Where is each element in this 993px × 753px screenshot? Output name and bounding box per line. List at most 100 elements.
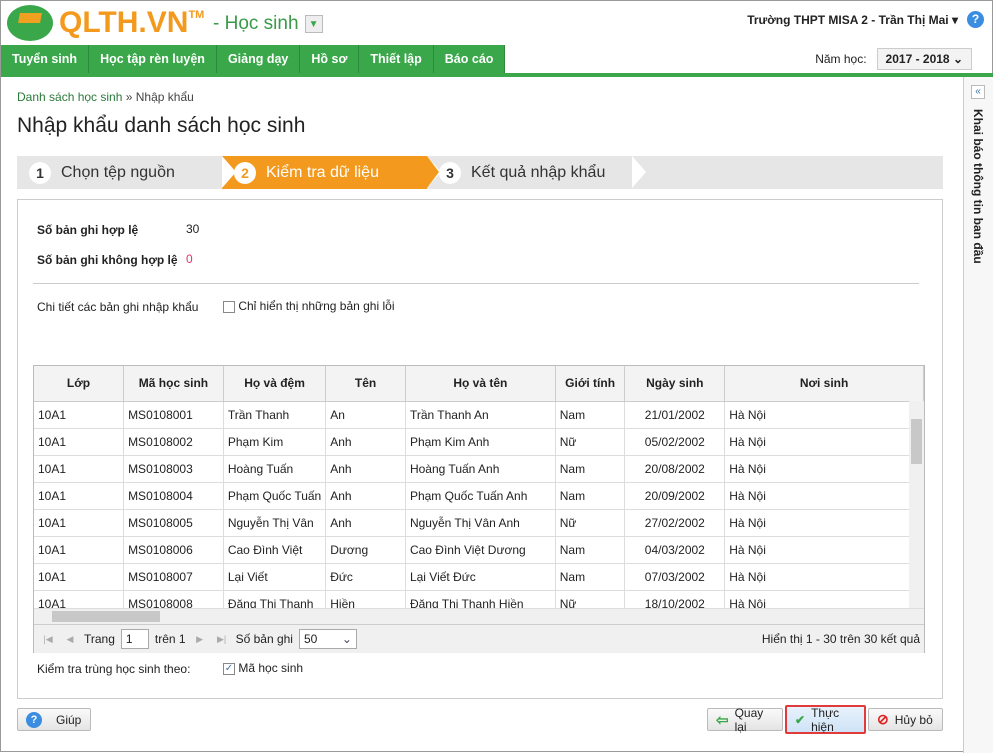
table-cell: Hà Nội [724, 536, 924, 564]
year-select[interactable]: 2017 - 2018 ⌄ [876, 48, 972, 70]
scroll-thumb[interactable] [52, 611, 160, 622]
table-cell: 10A1 [34, 428, 125, 456]
table-row[interactable]: 10A1 MS0108001 Trần Thanh An Trần Thanh An Na… [34, 401, 924, 429]
valid-count: 30 [186, 222, 200, 236]
table-cell: Hoàng Tuấn Anh [405, 455, 556, 483]
back-label: Quay lại [734, 705, 764, 734]
step-label: Kết quả nhập khẩu [471, 163, 606, 181]
help-button[interactable]: ? Giúp [17, 708, 91, 731]
column-header[interactable]: Lớp [34, 366, 125, 402]
invalid-label: Số bản ghi không hợp lệ [37, 253, 178, 267]
table-cell: Nguyễn Thị Vân Anh [405, 509, 556, 537]
table-row[interactable]: 10A1 MS0108004 Phạm Quốc Tuấn Anh Phạm Quốc … [34, 482, 924, 510]
dup-option[interactable]: ✓ Mã học sinh [223, 661, 303, 675]
table-cell: Trần Thanh An [405, 401, 556, 429]
page-size-value: 50 [303, 632, 318, 646]
nav-thiet-lap[interactable]: Thiết lập [359, 45, 434, 73]
user-menu[interactable]: Trường THPT MISA 2 - Trần Thị Mai ▾ [747, 13, 958, 27]
table-cell: Hà Nội [724, 455, 924, 483]
nav-ho-so[interactable]: Hồ sơ [300, 45, 360, 73]
details-label: Chi tiết các bản ghi nhập khẩu [37, 300, 199, 314]
nav-underline [1, 73, 993, 77]
table-cell: Hà Nội [724, 509, 924, 537]
dropdown-icon[interactable]: ▼ [304, 15, 323, 33]
page-title: Nhập khẩu danh sách học sinh [17, 114, 306, 137]
table-row[interactable]: 10A1 MS0108006 Cao Đình Việt Dương Cao Đình … [34, 536, 924, 564]
table-row[interactable]: 10A1 MS0108007 Lại Viết Đức Lại Viết Đức Nam 0… [34, 563, 924, 591]
table-cell: 20/09/2002 [624, 482, 726, 510]
table-cell: MS0108004 [123, 482, 224, 510]
page-input[interactable]: 1 [120, 629, 149, 649]
pager: |◀ ◀ Trang 1 trên 1 ▶ ▶| Số bản ghi 50 ⌄ … [34, 624, 924, 653]
page-size-select[interactable]: 50 ⌄ [298, 629, 357, 649]
logo[interactable]: QLTH.VN TM [7, 5, 204, 41]
table-cell: Hà Nội [724, 401, 924, 429]
table-cell: Hà Nội [724, 482, 924, 510]
dup-checkbox[interactable]: ✓ [223, 662, 235, 675]
first-page-icon[interactable]: |◀ [40, 630, 56, 648]
logo-icon [7, 5, 53, 41]
table-cell: Hà Nội [724, 428, 924, 456]
sidebar-title[interactable]: Khai báo thông tin ban đầu [971, 109, 985, 264]
column-header[interactable]: Nơi sinh [724, 366, 924, 402]
table-cell: Nữ [555, 509, 626, 537]
page-total: trên 1 [154, 632, 186, 646]
vertical-scrollbar[interactable] [909, 401, 924, 608]
invalid-count: 0 [186, 252, 193, 266]
table-cell: Lại Viết [223, 563, 327, 591]
table-row[interactable]: 10A1 MS0108002 Phạm Kim Anh Phạm Kim Anh Nữ 05… [34, 428, 924, 456]
column-header[interactable]: Họ và đệm [223, 366, 327, 402]
nav-hoc-tap[interactable]: Học tập rèn luyện [89, 45, 217, 73]
step-1: 1 Chọn tệp nguồn [17, 156, 236, 189]
only-errors-checkbox[interactable] [223, 300, 235, 313]
table-cell: 21/01/2002 [624, 401, 726, 429]
dup-option-label: Mã học sinh [238, 661, 304, 675]
table-cell: Lại Viết Đức [405, 563, 556, 591]
only-errors-option[interactable]: Chỉ hiển thị những bản ghi lỗi [223, 299, 394, 313]
breadcrumb-parent[interactable]: Danh sách học sinh [17, 90, 122, 104]
school-year: Năm học: 2017 - 2018 ⌄ [815, 48, 972, 70]
table-cell: An [325, 401, 406, 429]
table-cell: 04/03/2002 [624, 536, 726, 564]
table-cell: MS0108001 [123, 401, 224, 429]
column-header[interactable]: Họ và tên [405, 366, 556, 402]
cancel-button[interactable]: ⊘ Hủy bỏ [868, 708, 943, 731]
nav-giang-day[interactable]: Giảng dạy [217, 45, 301, 73]
table-cell: 10A1 [34, 455, 125, 483]
table-cell: Cao Đình Việt [223, 536, 327, 564]
table-cell: MS0108002 [123, 428, 224, 456]
column-header[interactable]: Ngày sinh [624, 366, 726, 402]
table-cell: Nam [555, 455, 626, 483]
table-cell: Nguyễn Thị Vân [223, 509, 327, 537]
table-cell: Anh [325, 455, 406, 483]
scroll-thumb[interactable] [911, 419, 922, 464]
back-button[interactable]: ⇦ Quay lại [707, 705, 783, 734]
year-label: Năm học: [815, 52, 867, 66]
table-row[interactable]: 10A1 MS0108005 Nguyễn Thị Vân Anh Nguyễn Thị… [34, 509, 924, 537]
column-header[interactable]: Mã học sinh [123, 366, 224, 402]
module-label: - Học sinh [213, 13, 299, 34]
nav-tuyen-sinh[interactable]: Tuyển sinh [1, 45, 90, 73]
nav-bao-cao[interactable]: Báo cáo [434, 45, 506, 73]
page-label: Trang [84, 632, 115, 646]
step-3: 3 Kết quả nhập khẩu [427, 156, 646, 189]
table-cell: Anh [325, 509, 406, 537]
table-row[interactable]: 10A1 MS0108003 Hoàng Tuấn Anh Hoàng Tuấn Anh… [34, 455, 924, 483]
trademark: TM [188, 9, 205, 21]
next-page-icon[interactable]: ▶ [192, 630, 208, 648]
prev-page-icon[interactable]: ◀ [62, 630, 78, 648]
check-icon: ✔ [795, 712, 806, 727]
help-icon[interactable]: ? [967, 11, 984, 28]
table-cell: Trần Thanh [223, 401, 327, 429]
module-switcher[interactable]: - Học sinh ▼ [213, 13, 323, 35]
horizontal-scrollbar[interactable] [34, 608, 924, 624]
execute-button[interactable]: ✔ Thực hiện [785, 705, 866, 734]
table-cell: 10A1 [34, 536, 125, 564]
table-cell: 20/08/2002 [624, 455, 726, 483]
column-header[interactable]: Giới tính [555, 366, 626, 402]
right-sidebar: « Khai báo thông tin ban đầu [963, 77, 993, 753]
collapse-icon[interactable]: « [971, 85, 985, 99]
breadcrumb: Danh sách học sinh » Nhập khẩu [17, 90, 194, 104]
column-header[interactable]: Tên [325, 366, 406, 402]
last-page-icon[interactable]: ▶| [214, 630, 230, 648]
